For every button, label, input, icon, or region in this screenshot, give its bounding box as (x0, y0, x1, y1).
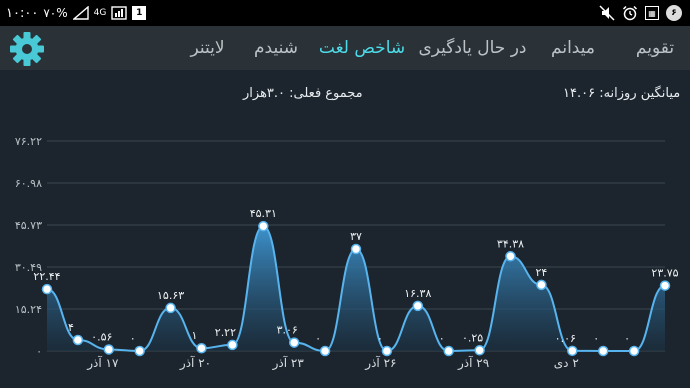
data-point (505, 251, 516, 262)
status-bar: ۱۰:۰۰ ٧٠% 4G 1 ▦ ۶ (0, 0, 690, 26)
data-label: ۰ (315, 332, 321, 345)
data-point (196, 342, 207, 354)
data-label: ۳.۰۶ (277, 324, 298, 337)
data-point (536, 279, 547, 291)
data-label: ۲۲.۴۴ (33, 270, 60, 283)
x-tick-label: ۲ دی (554, 356, 579, 370)
data-point (41, 283, 53, 295)
tab-known[interactable]: میدانم (533, 26, 613, 70)
y-tick-label: ۶۰.۹۸ (15, 177, 42, 190)
y-tick-label: ۰ (36, 345, 42, 358)
data-point (412, 300, 424, 312)
data-point (258, 220, 269, 232)
data-point (319, 345, 331, 357)
data-point (659, 280, 671, 291)
gear-icon[interactable] (8, 30, 46, 68)
alarm-icon (622, 5, 638, 21)
data-point (72, 334, 84, 346)
data-label: ۳۷ (350, 230, 362, 243)
data-label: ۰ (593, 332, 599, 345)
tab-leitner[interactable]: لایتنر (170, 26, 245, 70)
tab-word-index[interactable]: شاخص لغت (312, 26, 412, 70)
data-label: ۰ (377, 332, 383, 345)
mute-icon (599, 5, 615, 21)
app-badge: ۶ (666, 5, 682, 21)
battery-percent: ٧٠% (43, 6, 68, 20)
data-label: ۴۵.۳۱ (250, 207, 277, 220)
status-left: ۱۰:۰۰ ٧٠% 4G 1 (6, 4, 147, 22)
y-tick-label: ۱۵.۲۴ (15, 303, 42, 316)
notification-icon: ▦ (645, 6, 659, 20)
data-label: ۱۵.۶۳ (157, 289, 184, 302)
data-label: ۰.۲۵ (462, 331, 483, 344)
data-point (227, 339, 238, 351)
data-point (381, 345, 393, 357)
data-point (474, 345, 485, 356)
x-tick-label: ۲۳ آذر (272, 355, 305, 371)
data-point (165, 302, 176, 314)
x-tick-label: ۲۹ آذر (457, 355, 489, 371)
status-right: ▦ ۶ (599, 4, 682, 22)
data-label: ۰ (130, 332, 136, 345)
signal-icon (72, 6, 89, 20)
data-label: ۴ (68, 321, 74, 334)
data-label: ۲.۲۲ (215, 326, 236, 339)
tab-learning[interactable]: در حال یادگیری (410, 26, 535, 70)
x-axis-labels: ۱۷ آذر ۲۰ آذر ۲۳ آذر ۲۶ آذر ۲۹ آذر ۲ دی (86, 355, 579, 371)
data-point (597, 345, 609, 357)
data-label: ۱ (192, 329, 198, 342)
data-label: ۰ (439, 332, 445, 345)
data-point (443, 345, 454, 357)
data-point (134, 345, 145, 357)
wifi-icon (111, 6, 128, 20)
y-tick-label: ۷۶.۲۲ (15, 135, 42, 148)
data-label: ۰ (624, 332, 630, 345)
data-point (103, 344, 115, 355)
tab-heard[interactable]: شنیدم (245, 26, 307, 70)
data-label: ۳۴.۳۸ (497, 237, 524, 250)
data-point (350, 243, 362, 255)
data-label: ۱۶.۳۸ (404, 287, 431, 300)
x-tick-label: ۲۶ آذر (364, 355, 396, 371)
data-label: ۲۳.۷۵ (651, 267, 678, 280)
word-index-chart: میانگین روزانه: ۱۴.۰۶ مجموع فعلی: ۳.۰هزا… (15, 85, 680, 371)
tab-calendar[interactable]: تقویم (620, 26, 690, 70)
sim-icon: 1 (132, 6, 147, 20)
data-point (567, 345, 578, 357)
y-tick-label: ۴۵.۷۳ (15, 219, 42, 232)
daily-average-label: میانگین روزانه: ۱۴.۰۶ (563, 85, 680, 101)
data-label: ۲۴ (535, 266, 547, 279)
status-time: ۱۰:۰۰ (6, 5, 39, 21)
total-current-label: مجموع فعلی: ۳.۰هزار (242, 86, 363, 101)
data-point (628, 345, 640, 357)
y-axis-labels: ۰۱۵.۲۴۳۰.۴۹۴۵.۷۳۶۰.۹۸۷۶.۲۲ (15, 135, 42, 358)
x-tick-label: ۱۷ آذر (86, 355, 119, 371)
data-label: ۰.۵۶ (91, 330, 112, 343)
top-tab-bar: تقویم میدانم در حال یادگیری شاخص لغت شنی… (0, 26, 690, 70)
data-point (288, 337, 300, 348)
data-label: ۰.۰۶ (555, 332, 576, 345)
x-tick-label: ۲۰ آذر (179, 355, 211, 371)
network-type: 4G (93, 8, 107, 18)
